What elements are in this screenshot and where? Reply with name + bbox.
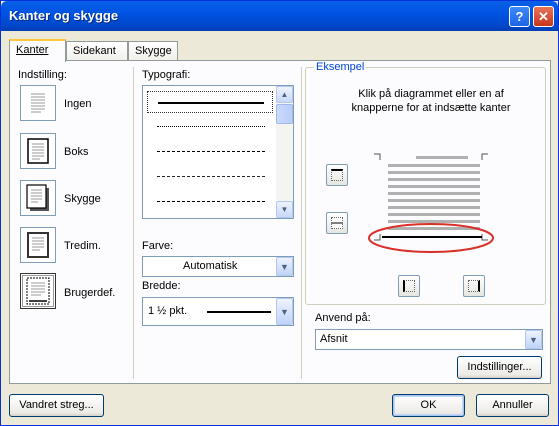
border-shadow-icon xyxy=(26,184,49,211)
width-dropdown[interactable]: 1 ½ pkt. ▼ xyxy=(142,297,294,326)
color-heading: Farve: xyxy=(142,240,174,252)
typography-heading: Typografi: xyxy=(142,69,191,81)
horizontal-line-button[interactable]: Vandret streg... xyxy=(9,394,104,417)
long-dash-line xyxy=(157,201,265,202)
tab-panel: Indstilling: Ingen Boks Skygge Tredim. B… xyxy=(9,60,551,384)
dashed-line xyxy=(157,151,265,152)
tab-kanter[interactable]: Kanter xyxy=(9,39,66,62)
line-style-scrollbar[interactable]: ▲ ▼ xyxy=(276,86,293,218)
preview-heading: Eksempel xyxy=(314,61,367,73)
line-style-long-dash[interactable] xyxy=(147,191,273,213)
setting-3d-button[interactable] xyxy=(20,227,56,263)
line-style-list[interactable]: ▲ ▼ xyxy=(142,85,294,219)
settings-heading: Indstilling: xyxy=(18,69,67,81)
border-3d-icon xyxy=(27,232,49,258)
setting-shadow-button[interactable] xyxy=(20,180,56,216)
apply-to-value: Afsnit xyxy=(320,333,348,345)
setting-box-label: Boks xyxy=(64,146,89,158)
preview-diagram[interactable] xyxy=(368,148,518,268)
top-border-button[interactable] xyxy=(326,164,348,186)
chevron-down-icon[interactable]: ▼ xyxy=(276,257,293,276)
left-border-button[interactable] xyxy=(398,275,420,297)
border-none-icon xyxy=(31,93,45,113)
line-style-dotted[interactable] xyxy=(147,116,273,138)
solid-line xyxy=(158,102,264,104)
inside-horizontal-icon xyxy=(331,217,343,229)
title-bar[interactable]: Kanter og skygge ? ✕ xyxy=(1,1,558,31)
line-style-dash-dot[interactable] xyxy=(147,166,273,188)
tab-kanter-label: Kanter xyxy=(16,44,49,56)
right-border-button[interactable] xyxy=(463,275,485,297)
setting-none-button[interactable] xyxy=(20,85,56,121)
preview-group: Eksempel Klik på diagrammet eller en af … xyxy=(305,61,546,305)
border-box-icon xyxy=(27,138,49,164)
apply-to-heading: Anvend på: xyxy=(315,312,371,324)
border-custom-icon xyxy=(26,277,50,305)
tab-skygge[interactable]: Skygge xyxy=(128,41,178,61)
setting-custom-label: Brugerdef. xyxy=(64,287,116,299)
preview-instructions: Klik på diagrammet eller en af knapperne… xyxy=(351,88,511,114)
divider-right xyxy=(301,67,302,379)
setting-3d-label: Tredim. xyxy=(64,240,101,252)
color-value: Automatisk xyxy=(183,260,238,272)
apply-to-dropdown[interactable]: Afsnit ▼ xyxy=(315,329,543,350)
dialog-window: Kanter og skygge ? ✕ Kanter Sidekant Sky… xyxy=(0,0,559,426)
color-dropdown[interactable]: Automatisk ▼ xyxy=(142,256,294,277)
scroll-up-icon[interactable]: ▲ xyxy=(276,86,293,103)
top-border-icon xyxy=(331,169,343,181)
close-button[interactable]: ✕ xyxy=(533,6,554,27)
right-border-icon xyxy=(468,280,480,292)
ok-button[interactable]: OK xyxy=(392,394,465,417)
setting-none-label: Ingen xyxy=(64,98,92,110)
tab-sidekant-label: Sidekant xyxy=(73,45,116,57)
left-border-icon xyxy=(403,280,415,292)
help-button[interactable]: ? xyxy=(509,6,530,27)
setting-shadow-label: Skygge xyxy=(64,193,101,205)
line-style-dashed[interactable] xyxy=(147,141,273,163)
scroll-down-icon[interactable]: ▼ xyxy=(276,201,293,218)
chevron-down-icon[interactable]: ▼ xyxy=(276,298,293,325)
setting-box-button[interactable] xyxy=(20,133,56,169)
line-style-solid[interactable] xyxy=(147,91,273,113)
dotted-line xyxy=(157,126,265,127)
scroll-thumb[interactable] xyxy=(276,104,293,124)
dialog-title: Kanter og skygge xyxy=(9,8,119,23)
width-value: 1 ½ pkt. xyxy=(148,305,188,317)
options-button[interactable]: Indstillinger... xyxy=(457,356,542,379)
cancel-button[interactable]: Annuller xyxy=(476,394,549,417)
width-heading: Bredde: xyxy=(142,280,181,292)
width-sample-line xyxy=(207,311,271,313)
tab-sidekant[interactable]: Sidekant xyxy=(66,41,128,61)
inside-horizontal-button[interactable] xyxy=(326,212,348,234)
divider-left xyxy=(133,67,134,379)
chevron-down-icon[interactable]: ▼ xyxy=(525,330,542,349)
tab-skygge-label: Skygge xyxy=(135,45,172,57)
dash-dot-line xyxy=(157,176,265,177)
setting-custom-button[interactable] xyxy=(20,273,56,309)
